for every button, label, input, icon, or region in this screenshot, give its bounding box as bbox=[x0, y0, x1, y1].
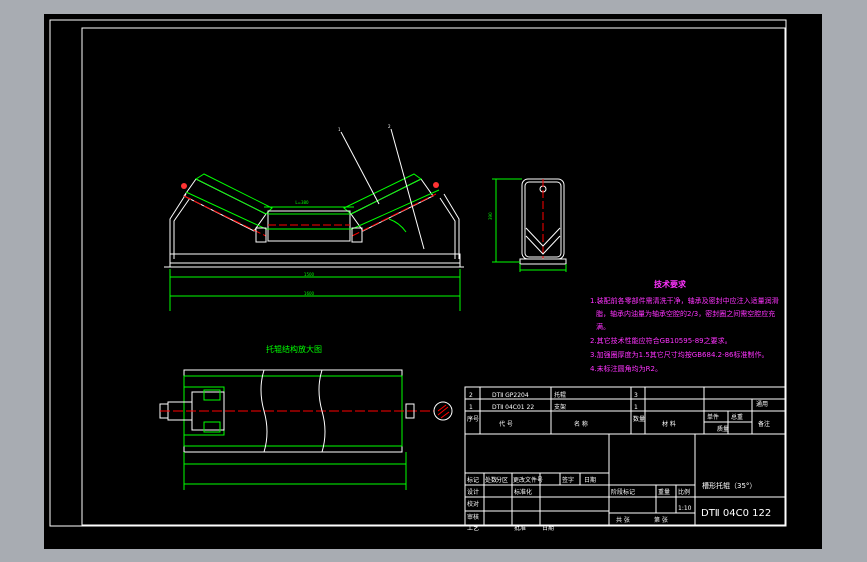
part-code: DTⅡ GP2204 bbox=[492, 392, 529, 399]
header-mass: 质量 bbox=[717, 425, 729, 433]
tb-design: 设计 bbox=[467, 488, 479, 496]
dim-overall-width: 1600 bbox=[304, 291, 315, 296]
tb-stage: 阶段标记 bbox=[611, 488, 635, 496]
dim-roller-length: L=380 bbox=[295, 200, 309, 205]
tb-mark: 标记 bbox=[467, 476, 479, 484]
drawing-sheet: L=380 1 2 1500 1600 390 托辊结构放大图 技术要求 1.装… bbox=[44, 14, 822, 549]
detail-title: 托辊结构放大图 bbox=[266, 344, 322, 354]
tb-date: 日期 bbox=[584, 476, 596, 484]
balloon-1: 1 bbox=[338, 127, 341, 132]
part-name: 支架 bbox=[554, 403, 566, 411]
title-block-text: 标记 处数 分区 更改文件号 签字 日期 设计 标准化 校对 审核 工艺 批准 … bbox=[467, 476, 771, 532]
tb-process: 工艺 bbox=[467, 524, 479, 532]
tb-standard: 标准化 bbox=[514, 488, 532, 496]
tb-zone: 分区 bbox=[496, 476, 508, 484]
part-seq: 2 bbox=[469, 392, 473, 399]
header-unit: 单件 bbox=[707, 413, 719, 421]
tb-date2: 日期 bbox=[542, 524, 554, 532]
tb-weight: 重量 bbox=[658, 488, 670, 496]
tech-req-line: 2.其它技术性能应符合GB10595-89之要求。 bbox=[590, 336, 732, 345]
tb-change-doc: 更改文件号 bbox=[513, 476, 543, 484]
part-name: 托辊 bbox=[554, 391, 566, 399]
header-seq: 序号 bbox=[467, 415, 479, 423]
dim-frame-span: 1500 bbox=[304, 272, 315, 277]
technical-requirements: 技术要求 1.装配前各零部件需清洗干净，轴承及密封中应注入适量润滑 脂，轴承内油… bbox=[590, 279, 779, 373]
header-total: 总重 bbox=[731, 413, 743, 421]
outer-border bbox=[49, 19, 787, 527]
tb-check: 校对 bbox=[467, 500, 479, 508]
roller-detail: 托辊结构放大图 bbox=[159, 344, 453, 490]
cad-drawing: L=380 1 2 1500 1600 390 托辊结构放大图 技术要求 1.装… bbox=[49, 19, 787, 532]
tb-drawing-no: DTⅡ 04C0 122 bbox=[701, 508, 771, 519]
tb-drawing-name: 槽形托辊（35°） bbox=[702, 481, 756, 490]
part-qty: 1 bbox=[634, 404, 638, 411]
header-name: 名 称 bbox=[574, 420, 588, 428]
part-note: 通用 bbox=[756, 400, 768, 408]
tech-req-line: 满。 bbox=[596, 322, 610, 331]
tb-sheet-no: 第 张 bbox=[654, 516, 668, 524]
tb-review: 审核 bbox=[467, 513, 479, 521]
header-note: 备注 bbox=[758, 420, 770, 428]
tb-scale-value: 1:10 bbox=[678, 505, 692, 512]
tech-req-line: 4.未标注圆角均为R2。 bbox=[590, 364, 662, 373]
dim-height: 390 bbox=[488, 212, 493, 220]
parts-list-text: 2 DTⅡ GP2204 托辊 3 通用 1 DTⅡ 04C01 22 支架 1… bbox=[467, 391, 770, 433]
side-view: 390 bbox=[488, 178, 567, 272]
part-code: DTⅡ 04C01 22 bbox=[492, 404, 534, 411]
tech-req-title: 技术要求 bbox=[654, 279, 687, 289]
part-seq: 1 bbox=[469, 404, 473, 411]
tech-req-line: 3.加强圈厚度为1.5其它尺寸均按GB684.2-86标准制作。 bbox=[590, 350, 769, 359]
header-code: 代 号 bbox=[499, 420, 513, 428]
header-qty: 数量 bbox=[633, 415, 645, 423]
balloon-2: 2 bbox=[388, 124, 391, 129]
tb-sheets-total: 共 张 bbox=[616, 516, 630, 524]
tb-approve: 批准 bbox=[514, 524, 526, 532]
header-material: 材 料 bbox=[662, 420, 676, 428]
tb-scale: 比例 bbox=[678, 488, 690, 496]
tb-sign: 签字 bbox=[562, 476, 574, 484]
tech-req-line: 1.装配前各零部件需清洗干净，轴承及密封中应注入适量润滑 bbox=[590, 296, 779, 305]
part-qty: 3 bbox=[634, 392, 638, 399]
tech-req-line: 脂，轴承内油量为轴承空腔的2/3，密封圈之间需空腔应充 bbox=[596, 309, 775, 318]
front-view: L=380 1 2 1500 1600 bbox=[164, 124, 464, 311]
